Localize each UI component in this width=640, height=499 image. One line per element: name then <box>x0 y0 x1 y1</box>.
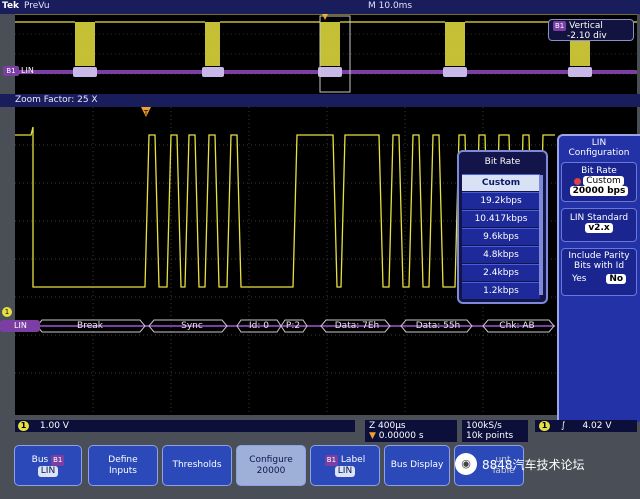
acquisition-readout[interactable]: 100kS/s 10k points <box>462 420 528 442</box>
bit-rate-scrollbar[interactable] <box>539 175 543 295</box>
trigger-level-value: 4.02 V <box>582 421 612 431</box>
top-status-bar: Tek PreVu M 10.0ms <box>0 0 640 14</box>
main-timebase: M 10.0ms <box>368 1 413 11</box>
label-button[interactable]: B1 Label LIN <box>310 445 380 486</box>
overview-channel-label: LIN <box>21 66 34 75</box>
zoom-factor-label: Zoom Factor: 25 X <box>15 95 98 105</box>
watermark: ◉ 8848汽车技术论坛 <box>455 452 585 476</box>
bus-field-checksum: Chk: AB <box>499 321 535 331</box>
bus-field-data-1: Data: 7Eh <box>334 321 380 331</box>
ch1-icon: 1 <box>18 421 29 431</box>
lin-standard-value: v2.x <box>585 223 613 233</box>
zoom-factor-bar: Zoom Factor: 25 X <box>0 94 640 107</box>
lin-standard-setting[interactable]: LIN Standard v2.x <box>561 208 637 242</box>
define-inputs-line1: Define <box>108 454 138 465</box>
vertical-value: -2.10 div <box>567 31 607 41</box>
horizontal-readout[interactable]: Z 400µs ▼ 0.00000 s <box>365 420 457 442</box>
bit-rate-option-4800[interactable]: 4.8kbps <box>462 246 540 263</box>
ch1-scale-value: 1.00 V <box>39 421 69 431</box>
bit-rate-option-1200[interactable]: 1.2kbps <box>462 282 540 299</box>
bit-rate-option-9600[interactable]: 9.6kbps <box>462 228 540 245</box>
rising-edge-icon: ∫ <box>560 421 566 431</box>
brand-logo: Tek <box>2 1 20 11</box>
bus-field-sync: Sync <box>181 321 203 331</box>
bus-button-value: LIN <box>37 465 59 477</box>
vertical-bus-chip: B1 <box>553 21 567 31</box>
label-button-value: LIN <box>334 465 356 477</box>
overview-waveform-pane[interactable]: B1 LIN <box>3 13 637 94</box>
bit-rate-menu-title: Bit Rate <box>484 157 521 167</box>
bus-button[interactable]: Bus B1 LIN <box>14 445 82 486</box>
watermark-text: 8848汽车技术论坛 <box>482 457 585 472</box>
bus-channel-marker[interactable]: LIN <box>0 320 40 332</box>
panel-title: LIN Configuration <box>568 138 630 158</box>
svg-text:T: T <box>143 109 149 117</box>
thresholds-button[interactable]: Thresholds <box>162 445 232 486</box>
vertical-title: Vertical <box>569 21 603 31</box>
wechat-icon: ◉ <box>455 453 477 475</box>
label-button-label: Label <box>340 454 366 465</box>
vertical-readout[interactable]: B1 Vertical -2.10 div <box>548 19 634 41</box>
zoom-scale-value: Z 400µs <box>369 421 406 431</box>
bit-rate-mode-value: Custom <box>583 176 624 186</box>
configure-button[interactable]: Configure 20000 <box>236 445 306 486</box>
bus-display-label: Bus Display <box>390 460 444 470</box>
ch1-ground-marker[interactable]: 1 <box>2 307 12 317</box>
knob-indicator-icon <box>574 177 582 185</box>
trigger-readout[interactable]: 1 ∫ 4.02 V <box>535 420 637 432</box>
trigger-source-icon: 1 <box>539 421 550 431</box>
bus-field-parity: P:2 <box>285 321 301 331</box>
bit-rate-option-custom[interactable]: Custom <box>462 174 540 191</box>
parity-label-2: Bits with Id <box>573 261 625 271</box>
bit-rate-menu[interactable]: Bit Rate Custom 19.2kbps 10.417kbps 9.6k… <box>457 150 548 304</box>
define-inputs-line2: Inputs <box>109 465 137 476</box>
label-button-chip: B1 <box>324 454 339 466</box>
bus-button-label: Bus <box>31 454 49 465</box>
include-parity-setting[interactable]: Include Parity Bits with Id Yes No <box>561 248 637 296</box>
trigger-position-value: 0.00000 s <box>378 431 424 441</box>
bit-rate-option-19200[interactable]: 19.2kbps <box>462 192 540 209</box>
bit-rate-setting[interactable]: Bit Rate Custom 20000 bps <box>561 162 637 202</box>
configure-label: Configure <box>249 454 293 465</box>
parity-yes-option[interactable]: Yes <box>572 274 587 284</box>
bus-display-button[interactable]: Bus Display <box>384 445 450 486</box>
overview-bus-chip: B1 <box>3 66 19 76</box>
bus-button-chip: B1 <box>51 454 65 466</box>
record-length-value: 10k points <box>466 431 514 441</box>
sample-rate-value: 100kS/s <box>466 421 502 431</box>
bit-rate-option-2400[interactable]: 2.4kbps <box>462 264 540 281</box>
configure-value: 20000 <box>256 465 286 476</box>
lin-standard-label: LIN Standard <box>569 213 629 223</box>
trigger-position-icon: ▼ <box>369 431 376 441</box>
parity-no-option[interactable]: No <box>606 274 627 284</box>
define-inputs-button[interactable]: Define Inputs <box>88 445 158 486</box>
preview-mode-label: PreVu <box>24 1 50 11</box>
lin-configuration-panel: LIN Configuration Bit Rate Custom 20000 … <box>557 134 640 422</box>
thresholds-label: Thresholds <box>172 460 222 470</box>
bus-field-data-2: Data: 55h <box>415 321 461 331</box>
bit-rate-option-10417[interactable]: 10.417kbps <box>462 210 540 227</box>
bit-rate-setting-label: Bit Rate <box>581 166 617 176</box>
parity-label-1: Include Parity <box>568 251 630 261</box>
bus-field-id: Id: 0 <box>249 321 269 331</box>
ch1-scale-readout[interactable]: 1 1.00 V <box>15 420 355 432</box>
overview-waveform-svg <box>15 13 637 93</box>
bus-field-break: Break <box>77 321 103 331</box>
bit-rate-bps-value: 20000 bps <box>569 186 629 196</box>
